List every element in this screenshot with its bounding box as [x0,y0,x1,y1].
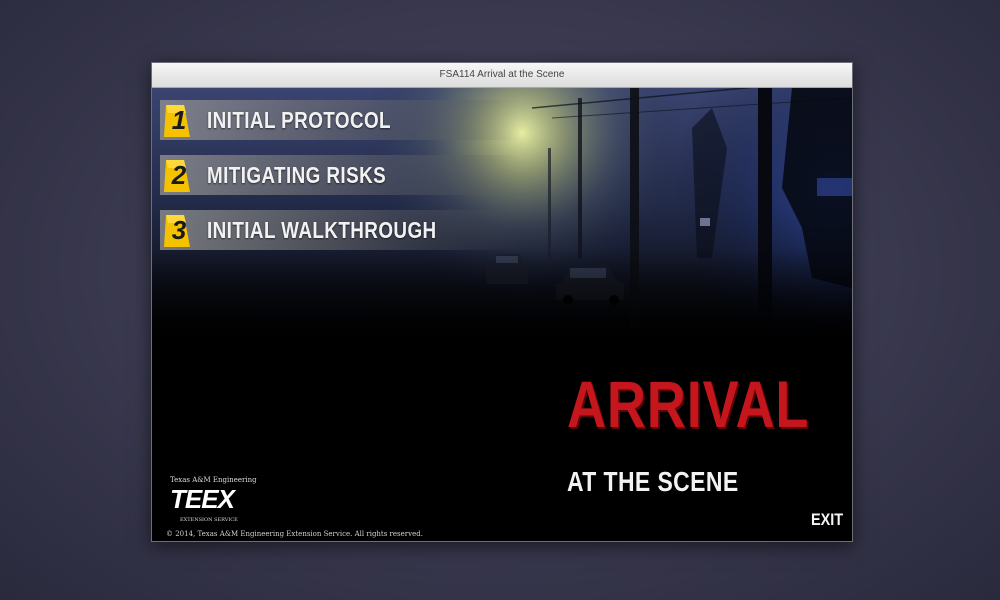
teex-logo: Texas A&M Engineering TEEX EXTENSION SER… [166,476,257,532]
copyright-text: © 2014, Texas A&M Engineering Extension … [166,530,423,538]
menu-item-initial-walkthrough[interactable]: 3 INITIAL WALKTHROUGH [160,210,520,250]
app-window: FSA114 Arrival at the Scene 1 INITIAL PR… [151,62,853,542]
main-stage: 1 INITIAL PROTOCOL 2 MITIGATING RISKS 3 … [152,88,852,541]
title-at-the-scene: AT THE SCENE [567,466,739,497]
window-title: FSA114 Arrival at the Scene [152,63,852,88]
logo-main-text: TEEX [170,484,235,514]
menu-item-mitigating-risks[interactable]: 2 MITIGATING RISKS [160,155,520,195]
menu-item-label: MITIGATING RISKS [207,162,387,188]
menu-item-number: 3 [171,215,187,245]
logo-top-text: Texas A&M Engineering [170,476,257,484]
title-arrival: ARRIVAL [567,367,810,441]
menu-item-label: INITIAL PROTOCOL [207,107,392,133]
menu-item-number: 2 [171,160,187,190]
menu-item-number: 1 [171,105,187,135]
menu-item-initial-protocol[interactable]: 1 INITIAL PROTOCOL [160,100,520,140]
logo-bottom-text: EXTENSION SERVICE [180,517,238,523]
menu-item-label: INITIAL WALKTHROUGH [207,217,437,243]
exit-button[interactable]: EXIT [811,510,843,530]
